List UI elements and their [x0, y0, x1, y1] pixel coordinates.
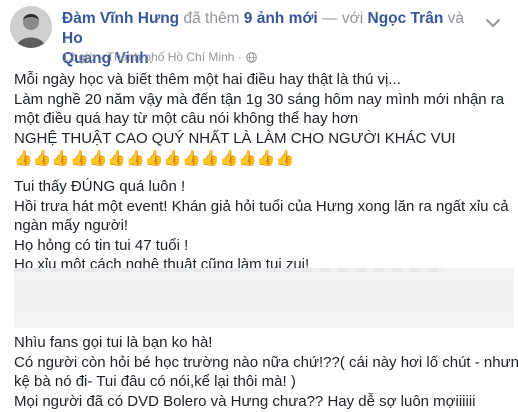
location-text: · Thành phố Hồ Chí Minh · — [99, 50, 242, 64]
post-line: Tui thấy ĐÚNG quá luôn ! — [14, 178, 186, 195]
post-line: kệ bà nó đi- Tui đâu có nói,kể lại thôi … — [14, 373, 296, 390]
post-line: Nhìu fans gọi tui là bạn ko hà! — [14, 334, 213, 351]
action-text: đã thêm — [183, 10, 240, 27]
post-line: Mọi người đã có DVD Bolero và Hưng chưa?… — [14, 392, 476, 410]
post-header: Đàm Vĩnh Hưng đã thêm 9 ảnh mới — với Ng… — [10, 6, 510, 67]
redacted-area — [14, 268, 514, 328]
chevron-down-icon[interactable] — [484, 16, 502, 30]
post-line: Có người còn hỏi bé học trường nào nữa c… — [14, 353, 518, 371]
tagged-friend-2-part-1[interactable]: Ho — [62, 30, 83, 47]
with-text: — với — [322, 10, 364, 27]
thumbs-up-emoji-row: 👍👍👍👍👍👍👍👍👍👍👍👍👍👍👍 — [14, 148, 514, 170]
post-meta: 12 giờ · Thành phố Hồ Chí Minh · — [62, 50, 257, 64]
thumbs-up-emoji: 👍👍👍👍👍👍👍👍👍👍👍👍👍👍👍 — [14, 150, 295, 168]
post-body: Mỗi ngày học và biết thêm một hai điều h… — [14, 70, 514, 275]
post-line: ngàn mấy người! — [14, 217, 129, 234]
post-line: Mỗi ngày học và biết thêm một hai điều h… — [14, 71, 401, 88]
post-line: Hồi trưa hát một event! Khán giả hỏi tuổ… — [14, 197, 509, 215]
and-text: và — [447, 10, 464, 27]
globe-icon[interactable] — [245, 51, 257, 63]
photos-link[interactable]: 9 ảnh mới — [244, 10, 318, 27]
author-link[interactable]: Đàm Vĩnh Hưng — [62, 10, 179, 27]
post-line: một điều quá hay từ một câu nói không th… — [14, 110, 359, 127]
post-line: NGHỆ THUẬT CAO QUÝ NHẤT LÀ LÀM CHO NGƯỜI… — [14, 129, 456, 147]
timestamp-link[interactable]: 12 giờ — [62, 50, 96, 64]
post-line: Làm nghề 20 năm vậy mà đến tận 1g 30 sán… — [14, 90, 505, 108]
avatar[interactable] — [10, 6, 52, 48]
post-body-continued: Nhìu fans gọi tui là bạn ko hà! Có người… — [14, 333, 518, 411]
tagged-friend-1[interactable]: Ngọc Trân — [368, 10, 444, 27]
post-line: Họ hỏng có tin tui 47 tuổi ! — [14, 236, 189, 254]
